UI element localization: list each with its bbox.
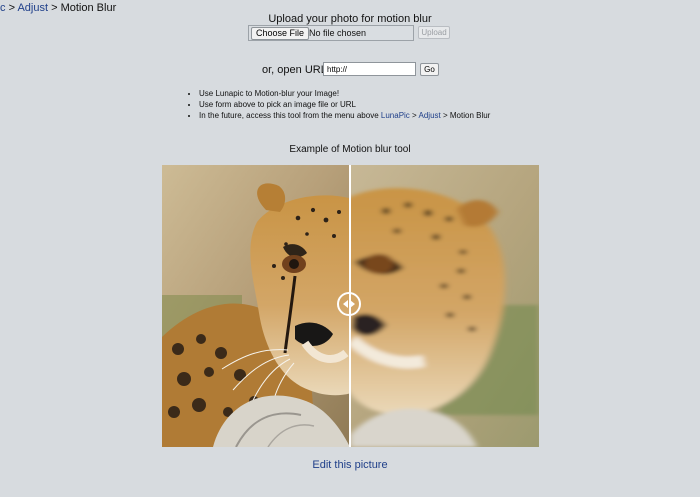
- tip-item: Use Lunapic to Motion-blur your Image!: [199, 88, 559, 99]
- choose-file-button[interactable]: Choose File: [251, 27, 310, 40]
- motion-blur-page: c > Adjust > Motion Blur Upload your pho…: [0, 0, 700, 497]
- file-status: No file chosen: [309, 28, 367, 38]
- upload-title: Upload your photo for motion blur: [268, 13, 432, 25]
- upload-form: Choose File No file chosen Upload: [248, 25, 456, 42]
- go-button[interactable]: Go: [420, 63, 439, 76]
- edit-picture-link[interactable]: Edit this picture: [312, 459, 387, 471]
- tip-adjust-link[interactable]: Adjust: [419, 111, 441, 120]
- file-input[interactable]: Choose File No file chosen: [248, 25, 414, 41]
- example-title: Example of Motion blur tool: [289, 144, 411, 155]
- before-after-image[interactable]: [162, 165, 539, 447]
- url-form: or, open URL Go: [262, 62, 442, 78]
- edit-picture-link-container: Edit this picture: [0, 458, 700, 472]
- upload-button[interactable]: Upload: [418, 26, 450, 39]
- tip-current: Motion Blur: [449, 111, 491, 120]
- url-label: or, open URL: [262, 64, 327, 76]
- tip-lunapic-link[interactable]: LunaPic: [381, 111, 410, 120]
- tips-list: Use Lunapic to Motion-blur your Image! U…: [186, 88, 559, 121]
- tip-item: Use form above to pick an image file or …: [199, 99, 559, 110]
- tip-item: In the future, access this tool from the…: [199, 110, 559, 121]
- compare-handle-icon[interactable]: [337, 292, 361, 316]
- url-input[interactable]: [323, 62, 416, 76]
